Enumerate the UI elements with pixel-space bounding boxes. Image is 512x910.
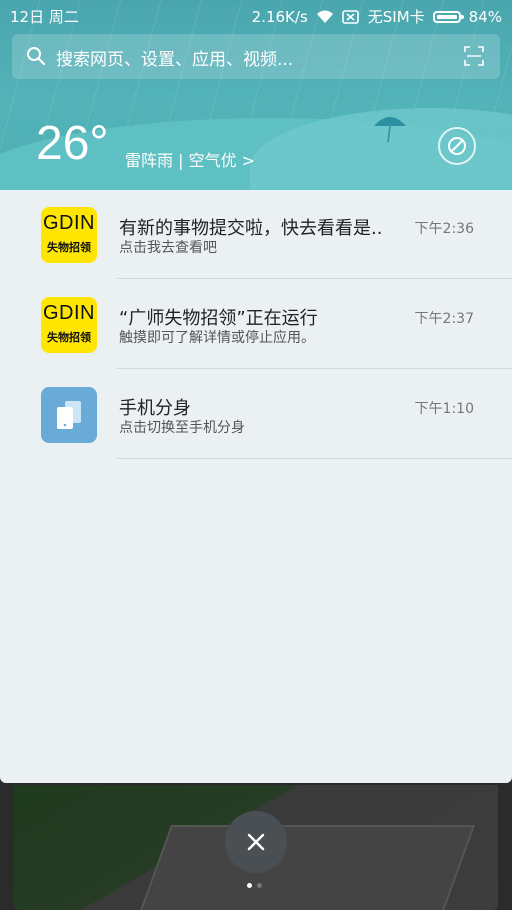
temperature: 26° <box>36 117 109 170</box>
weather-header: 12日 周二 2.16K/s 无SIM卡 84% 搜索网页、设置、应用、视频..… <box>0 0 512 190</box>
notification-panel: GDIN 失物招领 有新的事物提交啦，快去看看是.. 点击我去查看吧 下午2:3… <box>0 190 512 783</box>
wifi-icon <box>316 10 334 24</box>
notification-subtitle: 点击切换至手机分身 <box>119 420 245 436</box>
sim-status: 无SIM卡 <box>367 8 425 26</box>
block-notifications-button[interactable] <box>438 127 476 165</box>
battery-percent: 84% <box>468 7 502 26</box>
status-bar: 12日 周二 2.16K/s 无SIM卡 84% <box>0 0 512 30</box>
notification-item[interactable]: GDIN 失物招领 有新的事物提交啦，快去看看是.. 点击我去查看吧 下午2:3… <box>0 190 512 279</box>
divider <box>117 458 512 459</box>
divider <box>117 368 512 369</box>
notification-item[interactable]: GDIN 失物招领 “广师失物招领”正在运行 触摸即可了解详情或停止应用。 下午… <box>0 280 512 369</box>
scan-icon[interactable] <box>464 46 484 66</box>
page-dot-active <box>247 883 252 888</box>
search-icon <box>27 47 46 66</box>
divider <box>117 278 512 279</box>
search-placeholder: 搜索网页、设置、应用、视频... <box>56 50 294 70</box>
page-indicator <box>247 883 262 888</box>
battery-icon <box>432 10 464 23</box>
phone-clone-icon <box>41 387 97 443</box>
block-icon <box>448 137 466 155</box>
notification-time: 下午2:36 <box>414 221 474 237</box>
search-bar[interactable]: 搜索网页、设置、应用、视频... <box>12 34 500 79</box>
umbrella-icon <box>374 117 406 143</box>
notification-subtitle: 点击我去查看吧 <box>119 240 217 256</box>
network-speed: 2.16K/s <box>251 7 308 26</box>
gdin-app-icon: GDIN 失物招领 <box>41 297 97 353</box>
no-sim-icon <box>341 9 360 24</box>
notification-time: 下午2:37 <box>414 311 474 327</box>
close-icon <box>247 833 265 851</box>
weather-summary[interactable]: 雷阵雨 | 空气优 > <box>125 147 255 171</box>
clear-notifications-button[interactable] <box>225 811 287 873</box>
notification-item[interactable]: 手机分身 点击切换至手机分身 下午1:10 <box>0 370 512 459</box>
status-date: 12日 周二 <box>10 8 79 26</box>
notification-subtitle: 触摸即可了解详情或停止应用。 <box>119 330 315 346</box>
page-dot <box>257 883 262 888</box>
notification-time: 下午1:10 <box>414 401 474 417</box>
gdin-app-icon: GDIN 失物招领 <box>41 207 97 263</box>
